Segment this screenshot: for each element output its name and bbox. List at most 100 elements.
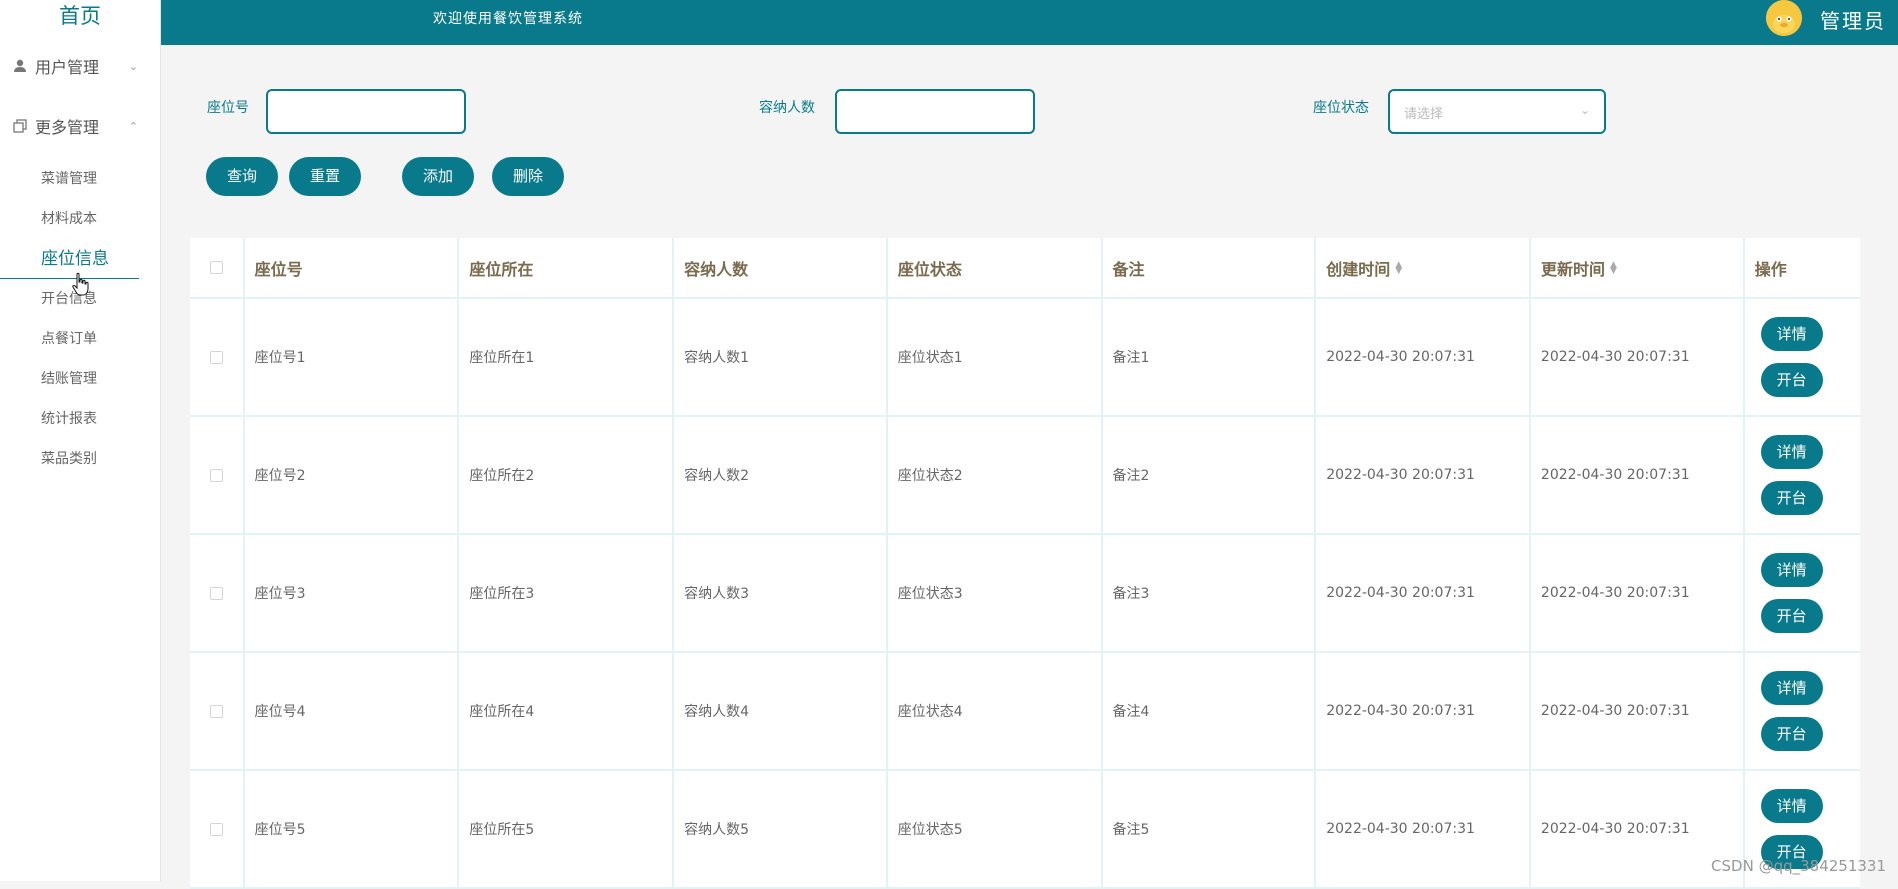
detail-button[interactable]: 详情 (1761, 789, 1823, 823)
delete-button[interactable]: 删除 (492, 157, 564, 196)
seat-no-input[interactable] (266, 89, 466, 134)
column-header: 备注 (1103, 238, 1317, 297)
avatar[interactable] (1766, 0, 1802, 36)
table-cell-created: 2022-04-30 20:07:31 (1316, 771, 1531, 887)
column-header-created[interactable]: 创建时间 ▲▼ (1316, 238, 1531, 297)
table-cell-note: 备注2 (1103, 417, 1317, 533)
row-checkbox[interactable] (210, 587, 223, 600)
table-cell-location: 座位所在5 (459, 771, 674, 887)
home-link[interactable]: 首页 (0, 0, 160, 36)
table-row: 座位号2座位所在2容纳人数2座位状态2备注22022-04-30 20:07:3… (190, 417, 1860, 535)
row-select-cell (190, 535, 245, 651)
detail-button[interactable]: 详情 (1761, 671, 1823, 705)
welcome-text: 欢迎使用餐饮管理系统 (433, 8, 583, 28)
chevron-down-icon: ⌄ (129, 60, 138, 73)
open-table-button[interactable]: 开台 (1761, 717, 1823, 751)
detail-button[interactable]: 详情 (1761, 317, 1823, 351)
status-select[interactable]: 请选择 ⌄ (1388, 89, 1606, 134)
column-header-updated[interactable]: 更新时间 ▲▼ (1531, 238, 1745, 297)
add-button[interactable]: 添加 (402, 157, 474, 196)
row-checkbox[interactable] (210, 351, 223, 364)
sidebar-item-reports[interactable]: 统计报表 (0, 399, 160, 439)
table-cell-status: 座位状态2 (888, 417, 1103, 533)
table-cell-created: 2022-04-30 20:07:31 (1316, 299, 1531, 415)
row-actions: 详情开台 (1745, 299, 1860, 415)
row-checkbox[interactable] (210, 705, 223, 718)
sidebar-item-dish-category[interactable]: 菜品类别 (0, 439, 160, 479)
table-cell-updated: 2022-04-30 20:07:31 (1531, 653, 1745, 769)
column-header: 操作 (1745, 238, 1860, 297)
chevron-up-icon: ⌃ (129, 120, 138, 133)
capacity-input[interactable] (835, 89, 1035, 134)
detail-button[interactable]: 详情 (1761, 435, 1823, 469)
row-actions: 详情开台 (1745, 653, 1860, 769)
table-cell-updated: 2022-04-30 20:07:31 (1531, 417, 1745, 533)
table-cell-note: 备注3 (1103, 535, 1317, 651)
status-label: 座位状态 (1313, 97, 1369, 117)
menu-group-user[interactable]: 用户管理 ⌄ (0, 36, 160, 96)
query-button[interactable]: 查询 (206, 157, 278, 196)
row-select-cell (190, 653, 245, 769)
sort-icon[interactable]: ▲▼ (1610, 262, 1617, 274)
top-header: 欢迎使用餐饮管理系统 管理员 (161, 0, 1898, 45)
row-actions: 详情开台 (1745, 417, 1860, 533)
table-cell-seat: 座位号4 (245, 653, 460, 769)
open-table-button[interactable]: 开台 (1761, 599, 1823, 633)
column-header-label: 创建时间 (1326, 256, 1390, 280)
menu-group-label: 用户管理 (35, 54, 99, 78)
sidebar-item-checkout[interactable]: 结账管理 (0, 359, 160, 399)
table-header-row: 座位号 座位所在 容纳人数 座位状态 备注 创建时间▲▼ 更新时间▲▼ 操作 (190, 238, 1860, 299)
sidebar-item-recipes[interactable]: 菜谱管理 (0, 159, 160, 199)
column-header-label: 更新时间 (1541, 256, 1605, 280)
table-row: 座位号4座位所在4容纳人数4座位状态4备注42022-04-30 20:07:3… (190, 653, 1860, 771)
sidebar: 首页 用户管理 ⌄ 更多管理 ⌃ 菜谱管理 材料成本 座位信息 开台信息 点餐订… (0, 0, 161, 881)
table-cell-created: 2022-04-30 20:07:31 (1316, 653, 1531, 769)
table-cell-created: 2022-04-30 20:07:31 (1316, 535, 1531, 651)
table-cell-capacity: 容纳人数4 (674, 653, 888, 769)
sidebar-item-orders[interactable]: 点餐订单 (0, 319, 160, 359)
row-checkbox[interactable] (210, 823, 223, 836)
seat-table: 座位号 座位所在 容纳人数 座位状态 备注 创建时间▲▼ 更新时间▲▼ 操作 座… (190, 238, 1860, 889)
table-cell-seat: 座位号5 (245, 771, 460, 887)
main-content: 座位号 容纳人数 座位状态 请选择 ⌄ 查询 重置 添加 删除 座位号 座位所在… (161, 45, 1898, 881)
table-row: 座位号3座位所在3容纳人数3座位状态3备注32022-04-30 20:07:3… (190, 535, 1860, 653)
row-select-cell (190, 417, 245, 533)
select-all-checkbox[interactable] (210, 261, 223, 274)
select-all-cell (190, 238, 245, 297)
table-cell-note: 备注4 (1103, 653, 1317, 769)
row-checkbox[interactable] (210, 469, 223, 482)
table-cell-capacity: 容纳人数2 (674, 417, 888, 533)
status-placeholder: 请选择 (1404, 107, 1443, 122)
column-header: 容纳人数 (674, 238, 888, 297)
row-select-cell (190, 771, 245, 887)
seat-no-label: 座位号 (207, 97, 249, 117)
watermark: CSDN @qq_384251331 (1711, 857, 1886, 875)
user-icon (12, 58, 28, 74)
column-header: 座位状态 (888, 238, 1103, 297)
admin-name[interactable]: 管理员 (1820, 5, 1886, 34)
menu-group-more[interactable]: 更多管理 ⌃ (0, 96, 160, 156)
table-cell-status: 座位状态4 (888, 653, 1103, 769)
table-cell-note: 备注1 (1103, 299, 1317, 415)
row-select-cell (190, 299, 245, 415)
table-cell-status: 座位状态1 (888, 299, 1103, 415)
table-cell-capacity: 容纳人数1 (674, 299, 888, 415)
open-table-button[interactable]: 开台 (1761, 481, 1823, 515)
sidebar-item-material-cost[interactable]: 材料成本 (0, 199, 160, 239)
table-cell-created: 2022-04-30 20:07:31 (1316, 417, 1531, 533)
table-cell-location: 座位所在4 (459, 653, 674, 769)
table-cell-seat: 座位号1 (245, 299, 460, 415)
reset-button[interactable]: 重置 (289, 157, 361, 196)
column-header: 座位号 (245, 238, 460, 297)
table-row: 座位号1座位所在1容纳人数1座位状态1备注12022-04-30 20:07:3… (190, 299, 1860, 417)
hand-cursor-icon (72, 272, 90, 296)
open-table-button[interactable]: 开台 (1761, 363, 1823, 397)
table-cell-note: 备注5 (1103, 771, 1317, 887)
copy-icon (12, 118, 28, 134)
detail-button[interactable]: 详情 (1761, 553, 1823, 587)
chevron-down-icon: ⌄ (1580, 103, 1590, 117)
menu-group-label: 更多管理 (35, 114, 99, 138)
sort-icon[interactable]: ▲▼ (1395, 262, 1402, 274)
table-cell-updated: 2022-04-30 20:07:31 (1531, 299, 1745, 415)
table-cell-location: 座位所在1 (459, 299, 674, 415)
